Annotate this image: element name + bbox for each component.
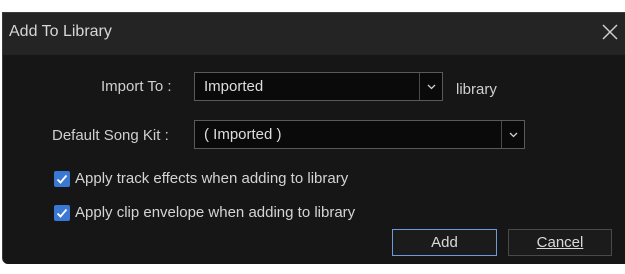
- import-to-dropdown[interactable]: Imported: [194, 72, 443, 101]
- close-icon: [599, 21, 621, 43]
- apply-clip-envelope-option[interactable]: Apply clip envelope when adding to libra…: [54, 204, 394, 224]
- add-button[interactable]: Add: [392, 229, 497, 256]
- title-bar[interactable]: Add To Library: [3, 13, 625, 55]
- apply-clip-envelope-checkbox[interactable]: [54, 205, 70, 221]
- default-song-kit-value: ( Imported ): [204, 126, 282, 143]
- apply-track-effects-label: Apply track effects when adding to libra…: [75, 170, 349, 187]
- chevron-down-icon[interactable]: [501, 121, 524, 148]
- apply-track-effects-option[interactable]: Apply track effects when adding to libra…: [54, 170, 384, 190]
- chevron-down-icon[interactable]: [419, 73, 442, 100]
- default-song-kit-dropdown[interactable]: ( Imported ): [194, 120, 525, 149]
- cancel-button[interactable]: Cancel: [508, 229, 612, 256]
- apply-track-effects-checkbox[interactable]: [54, 171, 70, 187]
- import-to-value: Imported: [204, 78, 264, 95]
- apply-clip-envelope-label: Apply clip envelope when adding to libra…: [75, 204, 356, 221]
- import-to-label: Import To :: [101, 78, 172, 95]
- close-button[interactable]: [599, 21, 621, 43]
- default-song-kit-label: Default Song Kit :: [52, 127, 169, 144]
- add-to-library-dialog: Add To Library Import To : Imported libr…: [2, 12, 625, 264]
- library-suffix-label: library: [456, 81, 497, 98]
- checkmark-icon: [56, 208, 68, 218]
- checkmark-icon: [56, 174, 68, 184]
- dialog-title: Add To Library: [9, 23, 112, 40]
